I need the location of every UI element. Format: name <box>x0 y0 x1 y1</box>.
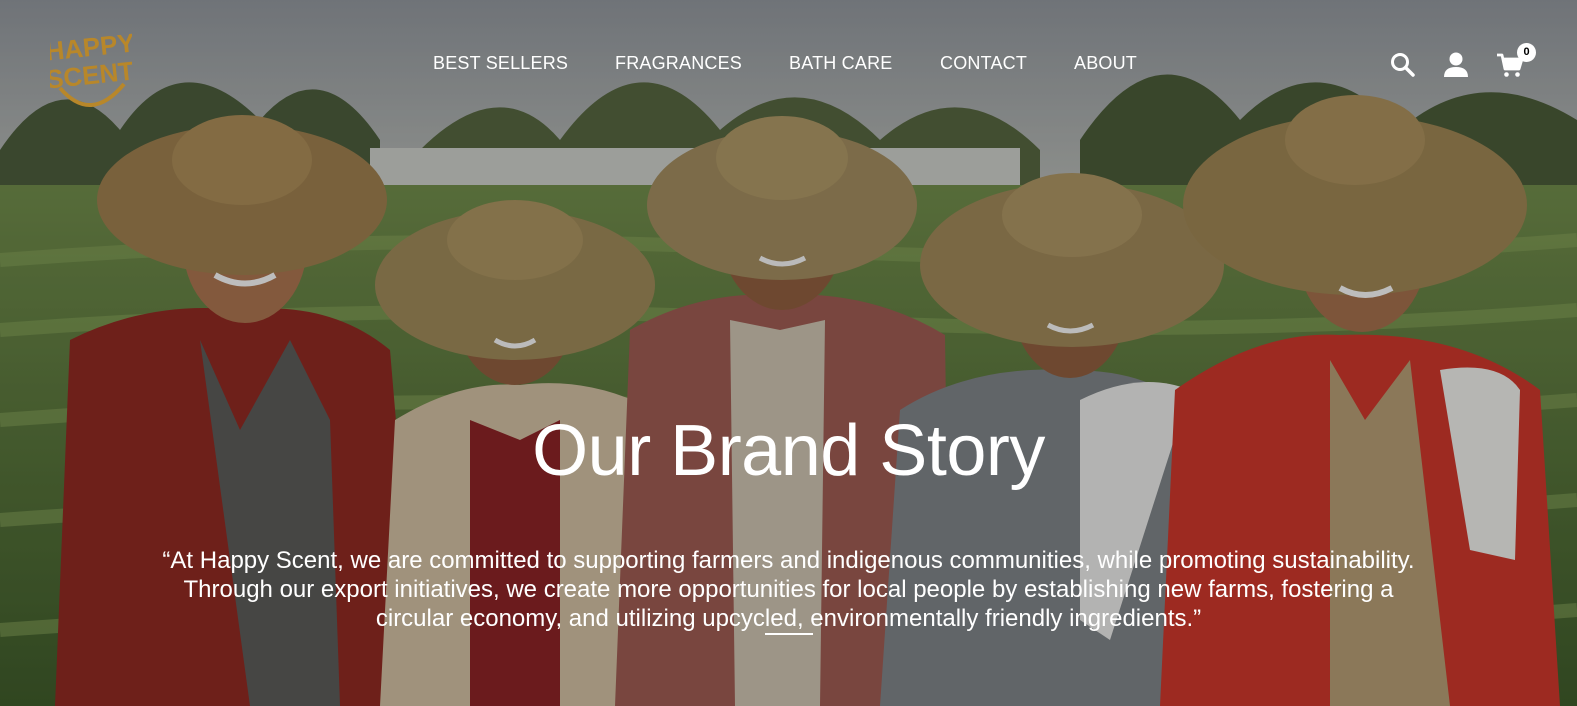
title-divider <box>765 633 813 635</box>
user-icon[interactable] <box>1441 50 1471 80</box>
main-navigation: BEST SELLERS FRAGRANCES BATH CARE CONTAC… <box>0 53 1577 77</box>
nav-contact[interactable]: CONTACT <box>940 53 1027 74</box>
page-title: Our Brand Story <box>532 411 1045 491</box>
brand-quote: “At Happy Scent, we are committed to sup… <box>162 547 1415 632</box>
search-icon[interactable] <box>1388 50 1418 80</box>
hero-banner: HAPPY SCENT BEST SELLERS FRAGRANCES BATH… <box>0 0 1577 706</box>
nav-about[interactable]: ABOUT <box>1074 53 1137 74</box>
nav-bath-care[interactable]: BATH CARE <box>789 53 892 74</box>
cart-count-badge: 0 <box>1517 43 1536 62</box>
nav-fragrances[interactable]: FRAGRANCES <box>615 53 742 74</box>
nav-best-sellers[interactable]: BEST SELLERS <box>433 53 568 74</box>
